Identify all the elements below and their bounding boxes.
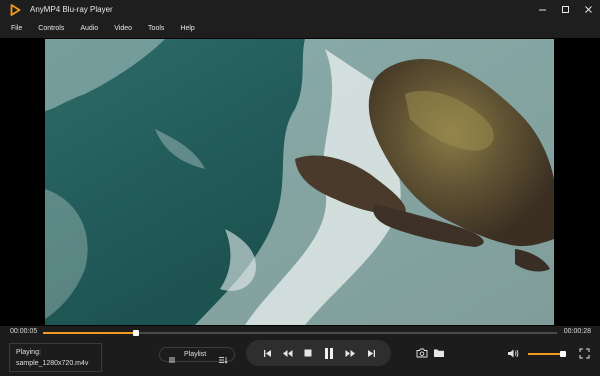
seek-bar: 00:00:05 00:00:28 <box>0 326 600 340</box>
speaker-icon[interactable] <box>507 347 520 359</box>
now-playing-filename: sample_1280x720.m4v <box>16 360 89 367</box>
menu-controls[interactable]: Controls <box>38 25 64 32</box>
restore-icon[interactable] <box>554 0 577 19</box>
pause-icon[interactable] <box>323 346 335 360</box>
video-frame <box>45 39 554 325</box>
control-bar: Playing: sample_1280x720.m4v Playlist <box>0 340 600 376</box>
list-icon <box>168 351 176 369</box>
window-title: AnyMP4 Blu-ray Player <box>30 5 113 14</box>
skip-next-icon[interactable] <box>366 347 376 359</box>
rewind-icon[interactable] <box>281 347 293 359</box>
camera-icon[interactable] <box>416 347 428 359</box>
stop-icon[interactable] <box>303 347 313 359</box>
volume-fill <box>528 353 563 355</box>
transport-controls <box>246 340 391 366</box>
skip-previous-icon[interactable] <box>262 347 272 359</box>
menu-bar: File Controls Audio Video Tools Help <box>0 19 600 38</box>
progress-fill <box>43 332 136 334</box>
video-area[interactable] <box>0 38 600 326</box>
fast-forward-icon[interactable] <box>344 347 356 359</box>
minimize-icon[interactable] <box>531 0 554 19</box>
menu-help[interactable]: Help <box>180 25 194 32</box>
sort-icon[interactable] <box>218 351 228 369</box>
menu-tools[interactable]: Tools <box>148 25 164 32</box>
menu-file[interactable]: File <box>11 25 22 32</box>
fullscreen-icon[interactable] <box>578 347 590 359</box>
total-time: 00:00:28 <box>563 328 591 335</box>
menu-video[interactable]: Video <box>114 25 132 32</box>
title-bar: AnyMP4 Blu-ray Player <box>0 0 600 19</box>
playlist-label: Playlist <box>184 351 207 358</box>
volume-thumb[interactable] <box>559 351 566 357</box>
menu-audio[interactable]: Audio <box>80 25 98 32</box>
playlist-button[interactable]: Playlist <box>159 347 235 364</box>
current-time: 00:00:05 <box>10 328 38 335</box>
progress-thumb[interactable] <box>132 330 139 336</box>
folder-icon[interactable] <box>433 347 445 359</box>
progress-track[interactable] <box>43 330 557 336</box>
play-triangle-logo-icon <box>8 3 22 17</box>
volume-slider[interactable] <box>528 351 566 357</box>
now-playing-box: Playing: sample_1280x720.m4v <box>9 343 102 372</box>
window-controls <box>531 0 600 19</box>
now-playing-label: Playing: <box>16 349 41 356</box>
close-icon[interactable] <box>577 0 600 19</box>
